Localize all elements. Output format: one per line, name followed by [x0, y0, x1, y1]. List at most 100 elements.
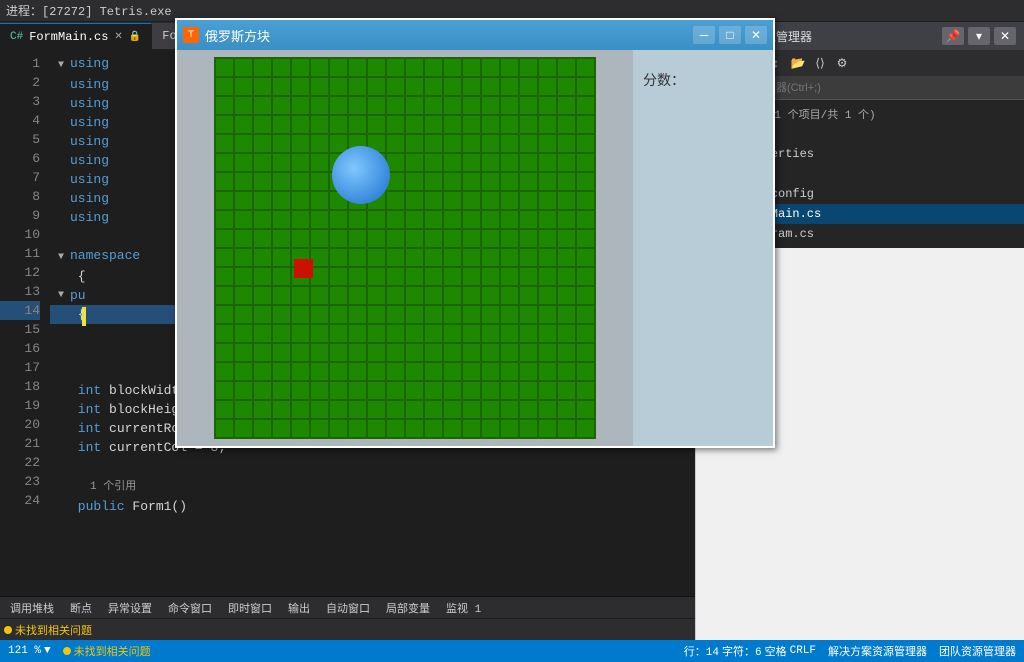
- grid-cell: [405, 343, 424, 362]
- tab-form-main[interactable]: C# FormMain.cs ✕ 🔒: [0, 23, 152, 49]
- team-explorer-btn[interactable]: 团队资源管理器: [939, 643, 1016, 659]
- grid-cell: [367, 400, 386, 419]
- tetris-close-btn[interactable]: ✕: [745, 26, 767, 44]
- grid-cell: [348, 77, 367, 96]
- grid-cell: [348, 324, 367, 343]
- se-pin-button[interactable]: 📌: [942, 27, 964, 45]
- grid-cell: [576, 191, 595, 210]
- grid-cell: [500, 153, 519, 172]
- grid-cell: [519, 324, 538, 343]
- ln-17: 17: [0, 358, 40, 377]
- grid-cell: [443, 115, 462, 134]
- grid-cell: [272, 115, 291, 134]
- watch-btn[interactable]: 监视 1: [440, 598, 487, 618]
- grid-cell: [291, 305, 310, 324]
- grid-cell: [557, 305, 576, 324]
- grid-cell: [367, 58, 386, 77]
- grid-cell: [462, 381, 481, 400]
- grid-cell: [367, 96, 386, 115]
- grid-cell: [538, 248, 557, 267]
- grid-cell: [367, 286, 386, 305]
- se-toolbar-btn6[interactable]: ⟨⟩: [810, 53, 830, 73]
- grid-cell: [424, 58, 443, 77]
- grid-cell: [386, 191, 405, 210]
- grid-cell: [462, 267, 481, 286]
- grid-cell: [519, 400, 538, 419]
- ln-7: 7: [0, 168, 40, 187]
- grid-cell: [234, 115, 253, 134]
- grid-cell: [386, 248, 405, 267]
- grid-cell: [519, 58, 538, 77]
- se-toolbar-btn5[interactable]: 📂: [788, 53, 808, 73]
- grid-cell: [215, 400, 234, 419]
- grid-cell: [538, 58, 557, 77]
- grid-cell: [576, 153, 595, 172]
- grid-cell: [576, 77, 595, 96]
- grid-cell: [519, 191, 538, 210]
- grid-cell: [253, 286, 272, 305]
- grid-cell: [253, 77, 272, 96]
- process-label: 进程：[27272] Tetris.exe: [6, 2, 172, 19]
- grid-cell: [291, 381, 310, 400]
- grid-cell: [481, 419, 500, 438]
- locals-btn[interactable]: 局部变量: [380, 598, 436, 618]
- status-bar: 121 % ▼ 未找到相关问题 行：14 字符：6 空格 CRLF 解决方案资源…: [0, 640, 1024, 662]
- grid-cell: [253, 248, 272, 267]
- tetris-title-bar: T 俄罗斯方块 ─ □ ✕: [177, 20, 773, 50]
- se-close-button[interactable]: ✕: [994, 27, 1016, 45]
- grid-cell: [557, 286, 576, 305]
- grid-cell: [462, 400, 481, 419]
- tab-close-icon[interactable]: ✕: [114, 31, 122, 43]
- grid-cell: [519, 96, 538, 115]
- grid-cell: [443, 229, 462, 248]
- grid-cell: [386, 343, 405, 362]
- zoom-dropdown-icon[interactable]: ▼: [44, 645, 51, 657]
- grid-cell: [310, 134, 329, 153]
- grid-cell: [576, 305, 595, 324]
- grid-cell: [234, 286, 253, 305]
- grid-cell: [424, 248, 443, 267]
- grid-cell: [576, 172, 595, 191]
- grid-cell: [424, 153, 443, 172]
- grid-cell: [576, 381, 595, 400]
- fold-13[interactable]: ▼: [58, 286, 70, 305]
- se-toolbar-btn7[interactable]: ⚙: [832, 53, 852, 73]
- grid-cell: [272, 343, 291, 362]
- grid-cell: [386, 153, 405, 172]
- breakpoints-btn[interactable]: 断点: [64, 598, 98, 618]
- grid-cell: [405, 77, 424, 96]
- grid-cell: [291, 96, 310, 115]
- grid-cell: [538, 172, 557, 191]
- grid-cell: [215, 115, 234, 134]
- grid-cell: [367, 305, 386, 324]
- tetris-maximize-btn[interactable]: □: [719, 26, 741, 44]
- solution-explorer-btn[interactable]: 解决方案资源管理器: [828, 643, 927, 659]
- grid-cell: [519, 172, 538, 191]
- command-btn[interactable]: 命令窗口: [162, 598, 218, 618]
- tetris-app-icon: T: [183, 27, 199, 43]
- exceptions-btn[interactable]: 异常设置: [102, 598, 158, 618]
- grid-cell: [481, 58, 500, 77]
- auto-btn[interactable]: 自动窗口: [320, 598, 376, 618]
- grid-cell: [500, 286, 519, 305]
- grid-cell: [405, 248, 424, 267]
- grid-cell: [424, 362, 443, 381]
- fold-11[interactable]: ▼: [58, 248, 70, 267]
- se-collapse-button[interactable]: ▾: [968, 27, 990, 45]
- call-stack-btn[interactable]: 调用堆栈: [4, 598, 60, 618]
- grid-cell: [481, 210, 500, 229]
- grid-cell: [557, 96, 576, 115]
- grid-cell: [291, 153, 310, 172]
- grid-cell: [386, 58, 405, 77]
- grid-cell: [310, 267, 329, 286]
- grid-cell: [424, 172, 443, 191]
- immediate-btn[interactable]: 即时窗口: [222, 598, 278, 618]
- ln-15: 15: [0, 320, 40, 339]
- grid-cell: [348, 286, 367, 305]
- grid-cell: [215, 58, 234, 77]
- ln-5: 5: [0, 130, 40, 149]
- grid-cell: [538, 191, 557, 210]
- tetris-minimize-btn[interactable]: ─: [693, 26, 715, 44]
- output-btn[interactable]: 输出: [282, 598, 316, 618]
- fold-1[interactable]: ▼: [58, 56, 70, 75]
